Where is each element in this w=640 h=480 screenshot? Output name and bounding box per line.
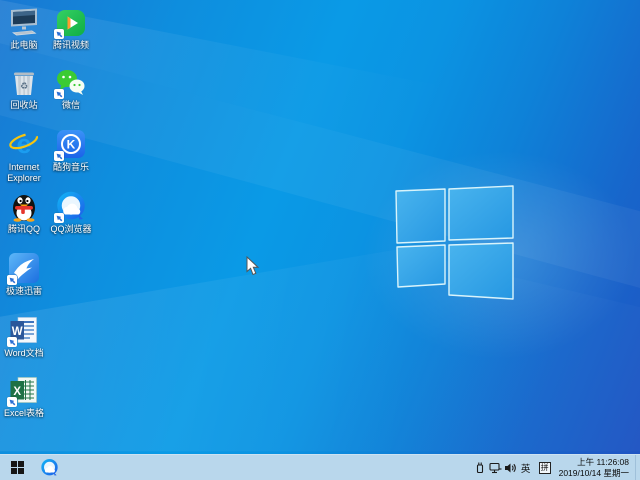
windows-logo	[393, 184, 517, 304]
network-icon[interactable]	[488, 455, 503, 480]
windows-start-icon	[11, 461, 24, 474]
desktop-icon-label: 腾讯视频	[53, 40, 89, 51]
desktop-icon-label: 酷狗音乐	[53, 162, 89, 173]
recycle-bin-icon: ♻	[8, 66, 40, 98]
wechat-icon	[55, 66, 87, 98]
desktop-icon-wechat[interactable]: 微信	[39, 66, 103, 111]
desktop-icon-label: 微信	[62, 100, 80, 111]
internet-explorer-icon: e	[8, 128, 40, 160]
desktop-icon-qq-browser[interactable]: QQ浏览器	[39, 190, 103, 235]
shortcut-arrow-icon	[54, 89, 64, 99]
desktop-icon-label: 此电脑	[10, 40, 37, 51]
computer-icon	[8, 6, 40, 38]
desktop-icon-word[interactable]: W Word文档	[0, 314, 56, 359]
desktop-icon-thunder[interactable]: 极速迅雷	[0, 252, 56, 297]
language-indicator[interactable]: 英	[518, 461, 534, 475]
shortcut-arrow-icon	[54, 213, 64, 223]
shortcut-arrow-icon	[7, 337, 17, 347]
shortcut-arrow-icon	[7, 275, 17, 285]
shortcut-arrow-icon	[7, 397, 17, 407]
word-icon: W	[8, 314, 40, 346]
desktop-icon-label: 回收站	[10, 100, 37, 111]
system-tray: 英 拼 上午 11:26:08 2019/10/14 星期一	[473, 455, 640, 480]
usb-device-icon[interactable]	[473, 455, 488, 480]
excel-icon: X	[8, 374, 40, 406]
taskbar-clock[interactable]: 上午 11:26:08 2019/10/14 星期一	[559, 457, 629, 478]
volume-icon[interactable]	[503, 455, 518, 480]
qq-icon	[8, 190, 40, 222]
qq-browser-icon	[55, 190, 87, 222]
desktop-icon-label: Excel表格	[4, 408, 44, 419]
taskbar: 英 拼 上午 11:26:08 2019/10/14 星期一	[0, 454, 640, 480]
desktop-icon-label: Word文档	[4, 348, 43, 359]
ime-indicator[interactable]: 拼	[539, 462, 551, 474]
desktop: 此电脑 ♻ 回收站 e Internet Explorer	[0, 0, 640, 480]
kugou-music-icon: K	[55, 128, 87, 160]
clock-time: 上午 11:26:08	[559, 457, 629, 468]
shortcut-arrow-icon	[54, 29, 64, 39]
qq-browser-icon	[40, 458, 59, 477]
desktop-icon-label: 极速迅雷	[6, 286, 42, 297]
desktop-icon-kugou-music[interactable]: K 酷狗音乐	[39, 128, 103, 173]
tencent-video-icon	[55, 6, 87, 38]
shortcut-arrow-icon	[54, 151, 64, 161]
mouse-cursor	[246, 256, 260, 276]
thunder-icon	[8, 252, 40, 284]
svg-text:K: K	[67, 138, 76, 152]
clock-date: 2019/10/14 星期一	[559, 468, 629, 479]
taskbar-qq-browser-button[interactable]	[34, 455, 64, 480]
desktop-icon-excel[interactable]: X Excel表格	[0, 374, 56, 419]
desktop-icon-tencent-video[interactable]: 腾讯视频	[39, 6, 103, 51]
svg-text:♻: ♻	[20, 81, 28, 91]
desktop-icon-label: QQ浏览器	[50, 224, 91, 235]
show-desktop-button[interactable]	[635, 455, 640, 480]
desktop-icon-label: 腾讯QQ	[8, 224, 40, 235]
start-button[interactable]	[0, 455, 34, 480]
